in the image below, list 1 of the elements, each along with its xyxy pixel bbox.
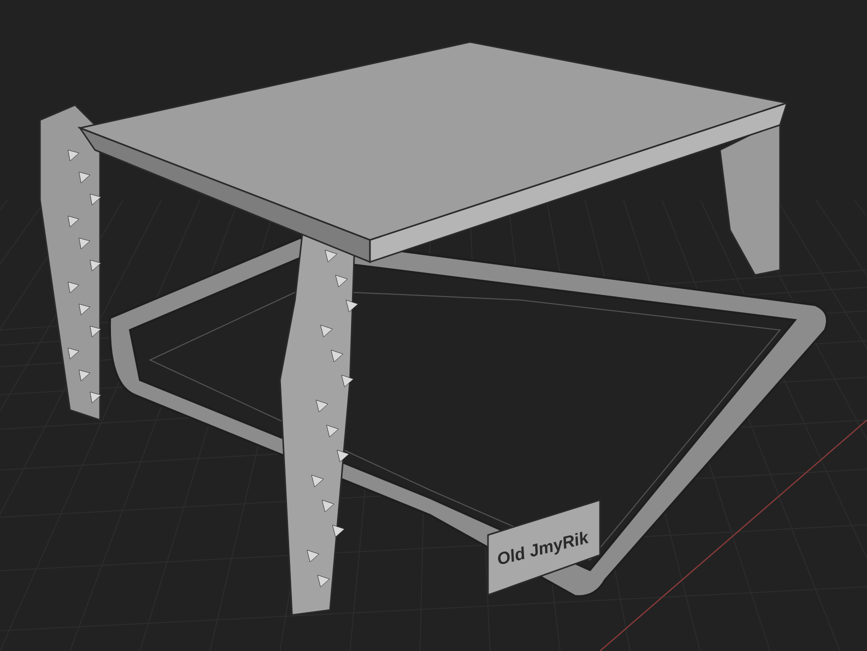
model-engraved-label: Old JmyRik xyxy=(494,526,592,572)
